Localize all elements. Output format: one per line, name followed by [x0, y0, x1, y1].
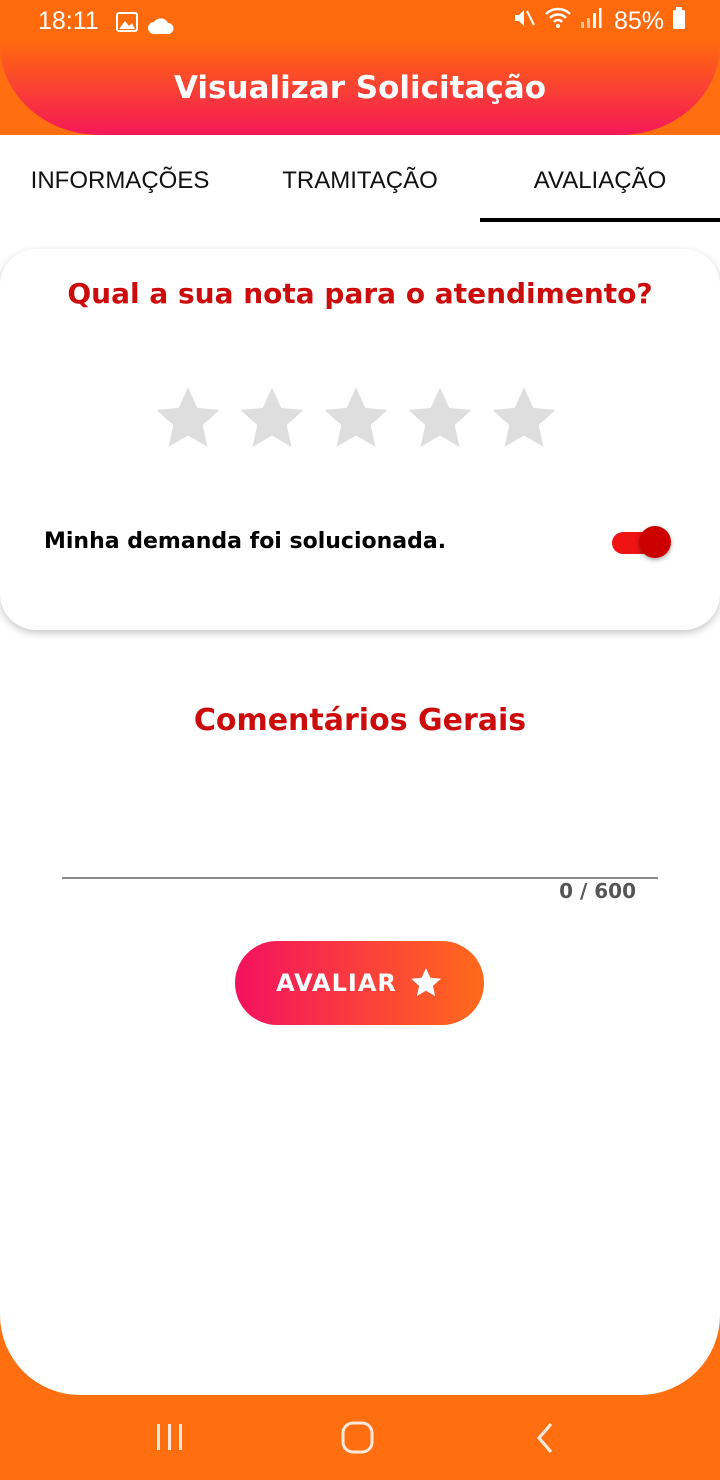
signal-icon — [580, 7, 602, 36]
rating-question: Qual a sua nota para o atendimento? — [67, 277, 653, 310]
status-time: 18:11 — [38, 7, 99, 35]
solved-toggle[interactable] — [612, 523, 672, 563]
star-4-icon[interactable] — [404, 383, 476, 455]
star-3-icon[interactable] — [320, 383, 392, 455]
evaluate-button-label: AVALIAR — [276, 969, 397, 997]
comments-title: Comentários Gerais — [193, 703, 527, 738]
tab-indicator — [480, 218, 720, 222]
toggle-thumb — [639, 526, 671, 558]
star-icon — [411, 968, 441, 997]
page-title: Visualizar Solicitação — [173, 70, 546, 106]
tab-bar: INFORMAÇÕES TRAMITAÇÃO AVALIAÇÃO — [0, 135, 720, 223]
cloud-icon — [148, 12, 174, 41]
star-1-icon[interactable] — [152, 383, 224, 455]
status-bar: 18:11 85% — [0, 0, 720, 44]
tab-tramitacao[interactable]: TRAMITAÇÃO — [240, 135, 480, 223]
char-counter: 0 / 600 — [559, 879, 636, 903]
content-area: INFORMAÇÕES TRAMITAÇÃO AVALIAÇÃO Qual a … — [0, 135, 720, 1395]
home-icon[interactable] — [340, 1420, 376, 1456]
tab-informacoes[interactable]: INFORMAÇÕES — [0, 135, 240, 223]
wifi-icon — [544, 6, 572, 37]
system-nav-bar — [0, 1396, 720, 1480]
star-5-icon[interactable] — [488, 383, 560, 455]
evaluate-button[interactable]: AVALIAR — [235, 941, 484, 1025]
star-rating — [152, 383, 572, 455]
back-icon[interactable] — [532, 1420, 558, 1456]
mute-icon — [512, 6, 536, 37]
rating-card: Qual a sua nota para o atendimento? Minh… — [0, 249, 720, 630]
battery-icon — [672, 6, 686, 37]
gallery-icon — [116, 10, 138, 39]
tab-avaliacao[interactable]: AVALIAÇÃO — [480, 135, 720, 223]
star-2-icon[interactable] — [236, 383, 308, 455]
recent-apps-icon[interactable] — [154, 1420, 186, 1456]
battery-percent: 85% — [613, 7, 664, 35]
comments-input[interactable] — [62, 815, 658, 879]
solved-label: Minha demanda foi solucionada. — [44, 529, 447, 554]
